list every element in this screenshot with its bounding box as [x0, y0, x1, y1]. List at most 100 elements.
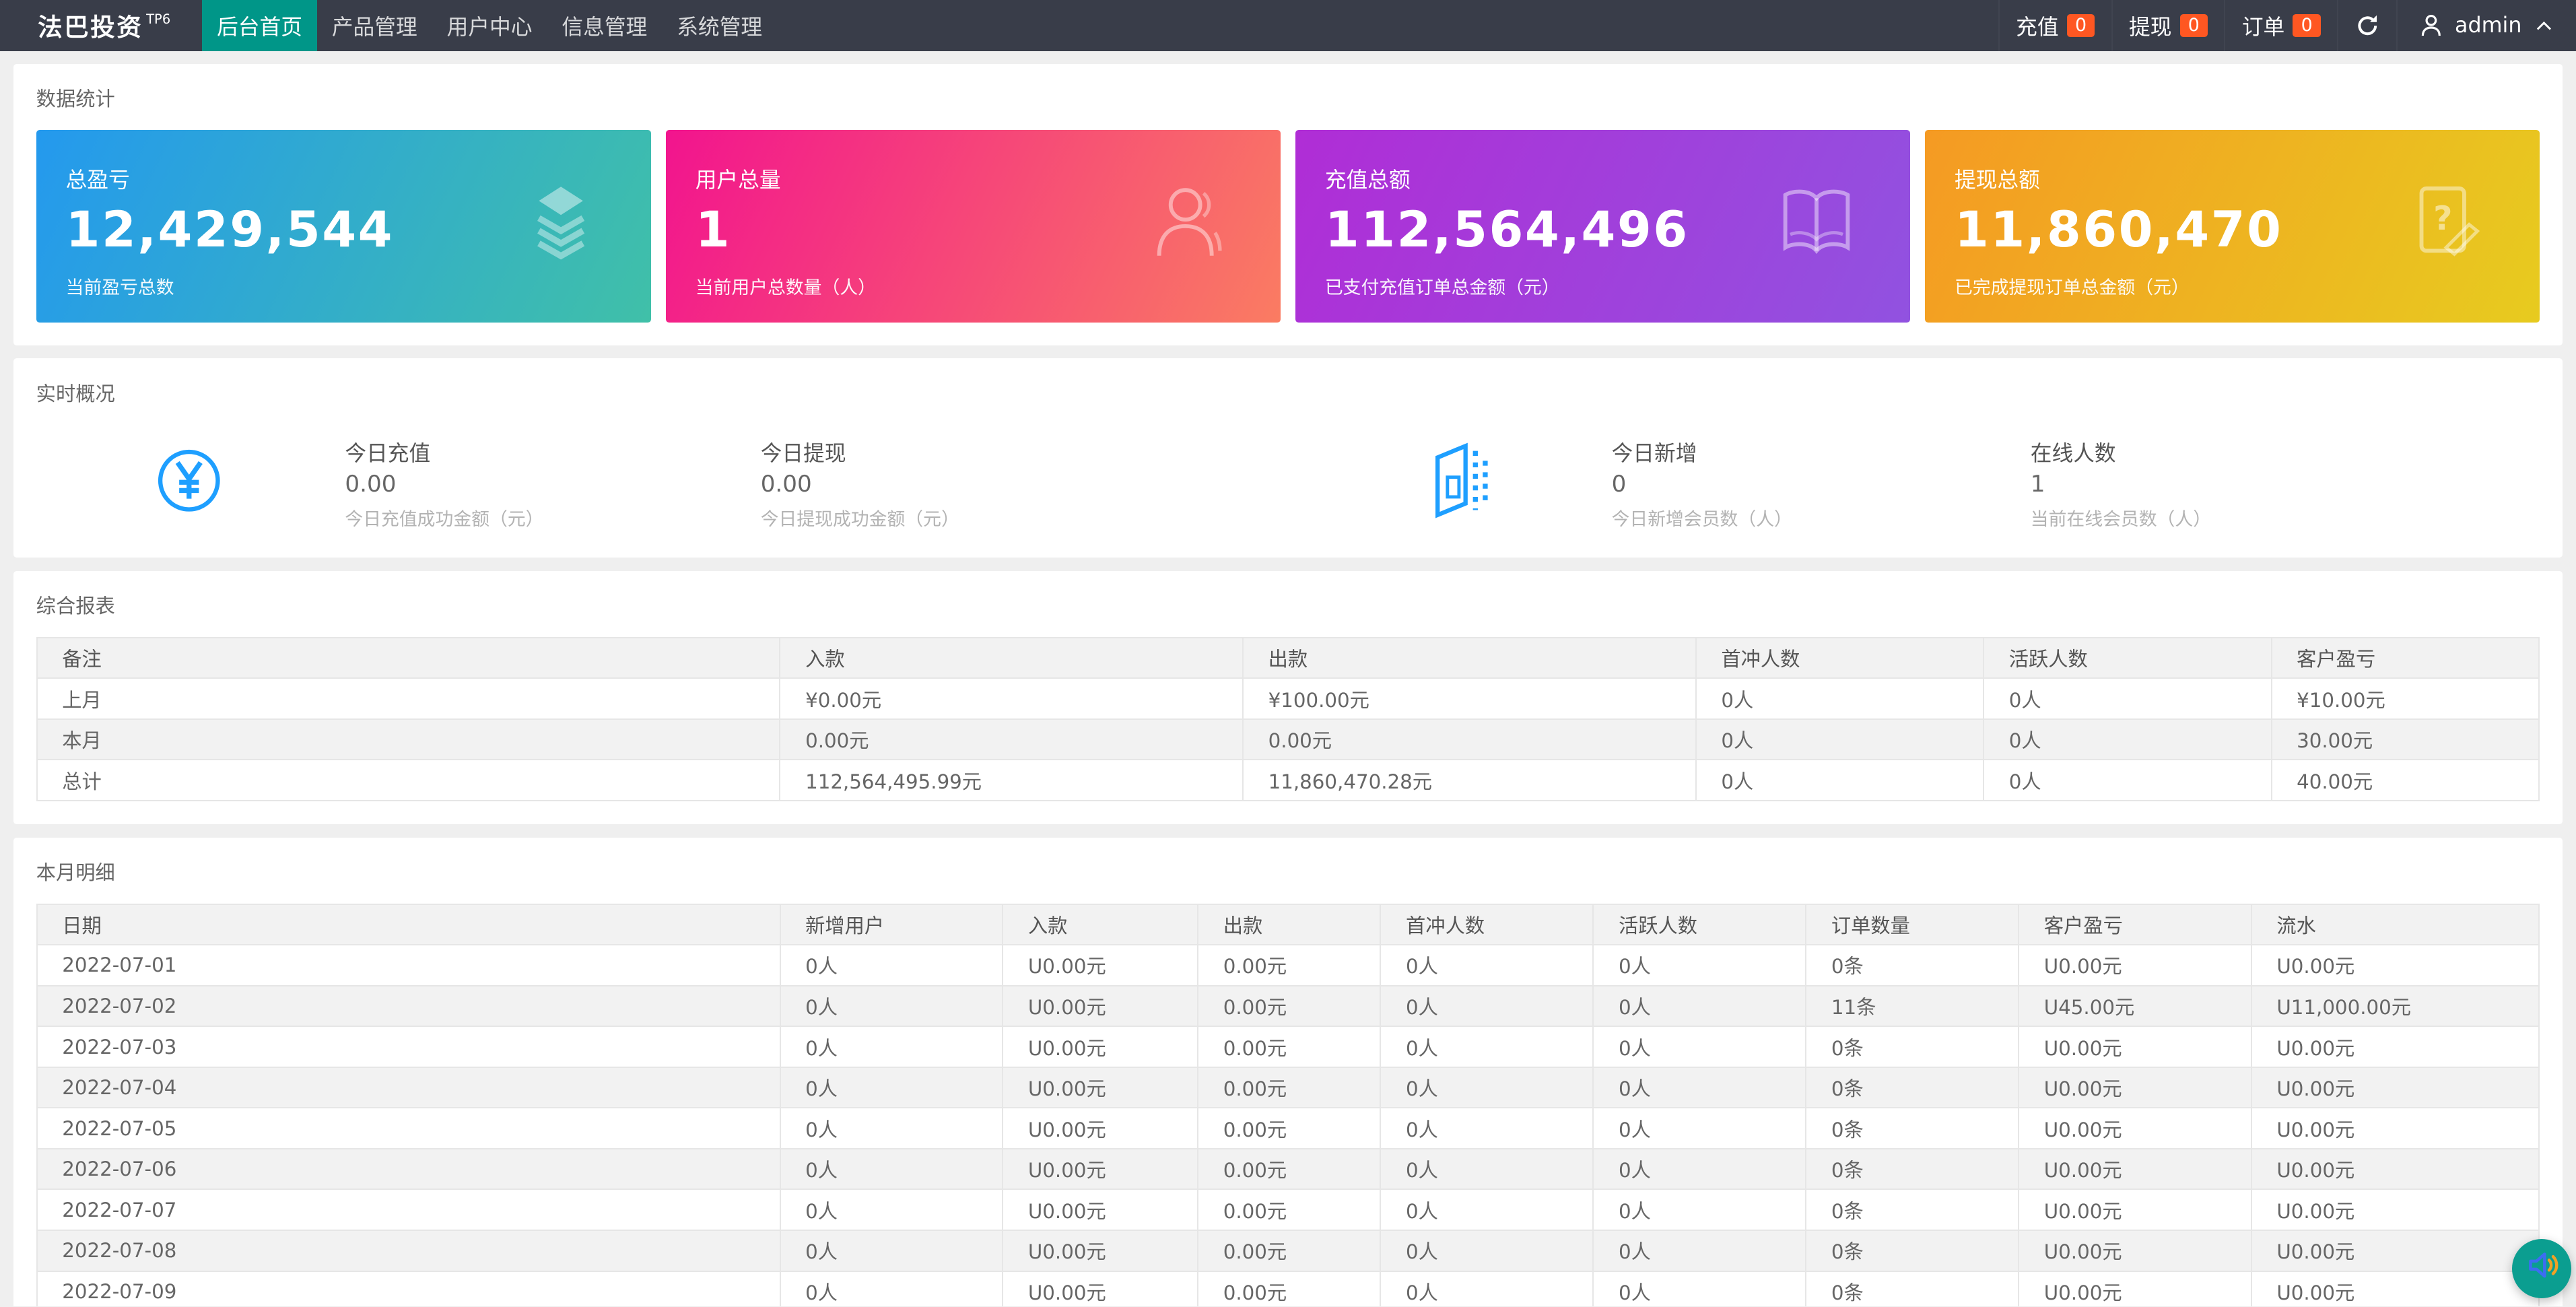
stat-label: 今日充值 — [345, 436, 760, 467]
table-cell: 0.00元 — [1198, 1108, 1380, 1149]
today-recharge-stat: 今日充值 0.00 今日充值成功金额（元） — [345, 436, 760, 531]
table-cell: U0.00元 — [1003, 945, 1198, 986]
stat-label: 在线人数 — [2031, 436, 2359, 467]
table-cell: 0.00元 — [1198, 1026, 1380, 1067]
stat-value: 0.00 — [761, 471, 1429, 498]
brand-logo[interactable]: 法巴投资 TP6 — [0, 0, 202, 51]
order-notice[interactable]: 订单 0 — [2224, 0, 2337, 51]
total-recharge-card: 充值总额 112,564,496 已支付充值订单总金额（元） — [1295, 130, 1910, 322]
table-cell: 0人 — [1593, 1067, 1806, 1108]
table-cell: 2022-07-05 — [37, 1108, 780, 1149]
table-cell: ¥100.00元 — [1243, 678, 1696, 719]
table-row: 本月0.00元0.00元0人0人30.00元 — [37, 719, 2540, 760]
table-cell: 0条 — [1806, 1149, 2019, 1190]
table-cell: 0人 — [1593, 986, 1806, 1027]
table-cell: 0条 — [1806, 1067, 2019, 1108]
table-cell: 2022-07-01 — [37, 945, 780, 986]
table-cell: 0人 — [780, 1108, 1003, 1149]
stat-cards-row: 总盈亏 12,429,544 当前盈亏总数 用户总量 1 当前用户总数量（人） — [36, 130, 2540, 322]
table-cell: U11,000.00元 — [2251, 986, 2539, 1027]
realtime-panel: 实时概况 今日充值 0.00 今日充值成功金额（元） 今日提现 0.00 今日提… — [13, 358, 2563, 558]
table-cell: 2022-07-03 — [37, 1026, 780, 1067]
username: admin — [2455, 13, 2521, 38]
table-cell: U0.00元 — [1003, 1026, 1198, 1067]
brand-version: TP6 — [146, 11, 170, 27]
table-cell: U0.00元 — [2251, 1271, 2539, 1306]
withdraw-label: 提现 — [2129, 10, 2171, 41]
table-header-row: 备注入款出款首冲人数活跃人数客户盈亏 — [37, 638, 2540, 679]
table-row: 上月¥0.00元¥100.00元0人0人¥10.00元 — [37, 678, 2540, 719]
table-row: 2022-07-090人U0.00元0.00元0人0人0条U0.00元U0.00… — [37, 1271, 2540, 1306]
column-header: 活跃人数 — [1593, 904, 1806, 945]
table-cell: 0人 — [1984, 719, 2271, 760]
menu-item-label: 用户中心 — [447, 10, 533, 41]
navbar-right: 充值 0 提现 0 订单 0 admin — [1998, 0, 2576, 51]
table-cell: 0.00元 — [1198, 945, 1380, 986]
column-header: 流水 — [2251, 904, 2539, 945]
table-cell: U0.00元 — [2251, 1189, 2539, 1230]
menu-item-info[interactable]: 信息管理 — [547, 0, 662, 51]
stats-panel-title: 数据统计 — [36, 83, 2540, 112]
table-cell: 0条 — [1806, 945, 2019, 986]
column-header: 入款 — [1003, 904, 1198, 945]
table-cell: 0人 — [1380, 945, 1593, 986]
table-cell: 0人 — [1984, 678, 2271, 719]
table-cell: 0人 — [1984, 760, 2271, 801]
table-cell: 总计 — [37, 760, 780, 801]
table-cell: U0.00元 — [2251, 1108, 2539, 1149]
table-cell: U0.00元 — [2019, 1189, 2251, 1230]
table-cell: 0人 — [1696, 760, 1984, 801]
menu-item-label: 产品管理 — [332, 10, 417, 41]
menu-item-home[interactable]: 后台首页 — [202, 0, 317, 51]
table-cell: 0人 — [780, 1149, 1003, 1190]
table-cell: U0.00元 — [1003, 1271, 1198, 1306]
withdraw-notice[interactable]: 提现 0 — [2111, 0, 2225, 51]
column-header: 出款 — [1243, 638, 1696, 679]
table-cell: 0.00元 — [780, 719, 1243, 760]
main-menu: 后台首页 产品管理 用户中心 信息管理 系统管理 — [202, 0, 777, 51]
table-cell: U0.00元 — [1003, 1230, 1198, 1271]
table-cell: U0.00元 — [1003, 986, 1198, 1027]
comprehensive-report-title: 综合报表 — [36, 591, 2540, 619]
refresh-button[interactable] — [2337, 0, 2396, 51]
menu-item-products[interactable]: 产品管理 — [317, 0, 432, 51]
table-cell: 0.00元 — [1198, 1189, 1380, 1230]
recharge-notice[interactable]: 充值 0 — [1998, 0, 2111, 51]
table-cell: U0.00元 — [2019, 1271, 2251, 1306]
table-cell: U0.00元 — [1003, 1067, 1198, 1108]
sound-toggle-button[interactable] — [2512, 1239, 2571, 1298]
menu-item-label: 后台首页 — [217, 10, 302, 41]
monthly-detail-table: 日期新增用户入款出款首冲人数活跃人数订单数量客户盈亏流水2022-07-010人… — [36, 904, 2540, 1306]
table-cell: 11,860,470.28元 — [1243, 760, 1696, 801]
svg-text:?: ? — [2433, 199, 2452, 238]
table-row: 总计112,564,495.99元11,860,470.28元0人0人40.00… — [37, 760, 2540, 801]
table-cell: 30.00元 — [2272, 719, 2540, 760]
table-row: 2022-07-050人U0.00元0.00元0人0人0条U0.00元U0.00… — [37, 1108, 2540, 1149]
table-cell: 0人 — [1380, 986, 1593, 1027]
table-cell: 0人 — [1380, 1271, 1593, 1306]
withdraw-count-badge: 0 — [2180, 14, 2208, 37]
table-cell: 0条 — [1806, 1026, 2019, 1067]
table-cell: U0.00元 — [2019, 1230, 2251, 1271]
table-cell: 0人 — [1593, 1271, 1806, 1306]
today-new-members-stat: 今日新增 0 今日新增会员数（人） — [1612, 436, 2031, 531]
total-users-card: 用户总量 1 当前用户总数量（人） — [666, 130, 1281, 322]
table-cell: 2022-07-02 — [37, 986, 780, 1027]
menu-item-system[interactable]: 系统管理 — [662, 0, 777, 51]
user-menu[interactable]: admin — [2396, 0, 2576, 51]
stat-sublabel: 当前在线会员数（人） — [2031, 504, 2359, 531]
card-sublabel: 当前用户总数量（人） — [696, 273, 1281, 299]
speaker-icon — [2523, 1247, 2560, 1290]
memo-question-icon: ? — [2408, 182, 2487, 271]
menu-item-users[interactable]: 用户中心 — [432, 0, 547, 51]
stat-sublabel: 今日新增会员数（人） — [1612, 504, 2031, 531]
table-cell: 0人 — [1593, 1149, 1806, 1190]
table-cell: 2022-07-06 — [37, 1149, 780, 1190]
stat-label: 今日新增 — [1612, 436, 2031, 467]
column-header: 新增用户 — [780, 904, 1003, 945]
column-header: 客户盈亏 — [2019, 904, 2251, 945]
table-cell: 0人 — [1696, 678, 1984, 719]
table-cell: 0人 — [780, 986, 1003, 1027]
table-cell: 上月 — [37, 678, 780, 719]
refresh-icon — [2355, 13, 2380, 38]
